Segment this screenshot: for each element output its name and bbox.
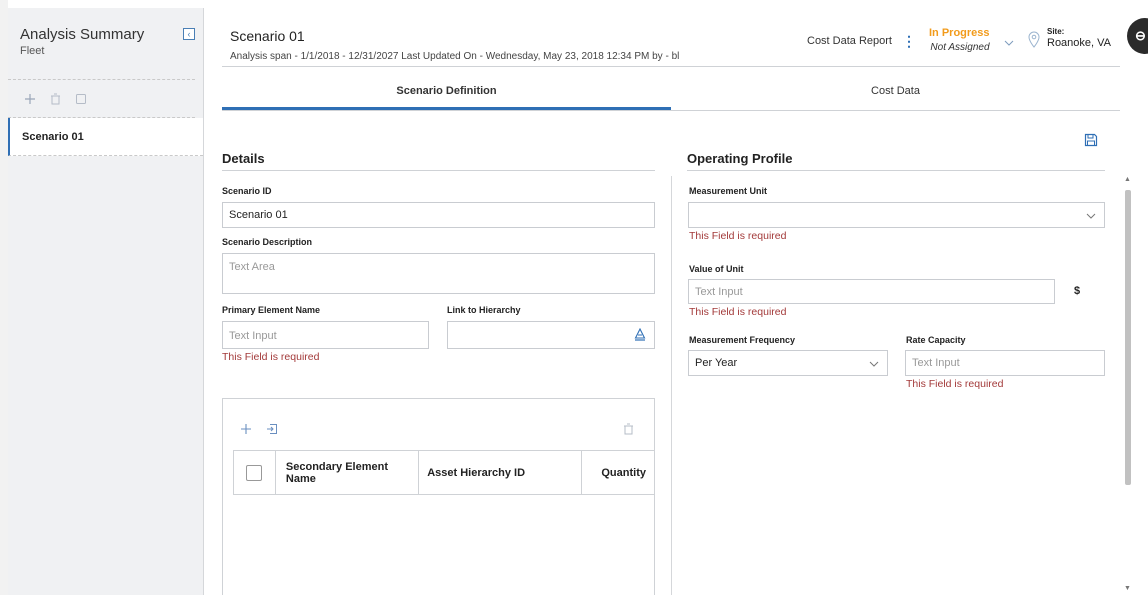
sidebar-subtitle: Fleet [20, 45, 45, 57]
measurement-frequency-label: Measurement Frequency [689, 335, 796, 345]
scrollbar-thumb[interactable] [1125, 190, 1131, 485]
description-placeholder: Text Area [229, 261, 275, 273]
primary-element-label: Primary Element Name [222, 305, 321, 315]
site-label: Site: [1047, 27, 1065, 36]
cost-data-report-link[interactable]: Cost Data Report [807, 35, 892, 47]
scenario-id-label: Scenario ID [222, 186, 272, 196]
import-icon[interactable] [266, 423, 278, 438]
user-avatar-icon[interactable]: ⊖ [1127, 18, 1148, 54]
secondary-elements-table-header: Secondary Element Name Asset Hierarchy I… [233, 450, 655, 495]
copy-icon[interactable] [75, 93, 87, 105]
measurement-frequency-select[interactable]: Per Year [688, 350, 888, 376]
scenario-id-input[interactable]: Scenario 01 [222, 202, 655, 228]
status-dropdown[interactable]: In Progress Not Assigned [929, 27, 990, 53]
measurement-unit-select[interactable] [688, 202, 1105, 228]
more-options-icon[interactable]: ⋮ [902, 33, 916, 50]
sidebar: Analysis Summary Fleet ‹ Scenario 01 [8, 8, 204, 595]
tab-scenario-definition[interactable]: Scenario Definition [222, 75, 671, 110]
value-unit-placeholder: Text Input [695, 286, 743, 298]
page-title: Scenario 01 [230, 28, 305, 44]
hierarchy-icon[interactable] [634, 327, 646, 344]
operating-profile-divider [687, 170, 1105, 171]
sidebar-toolbar [8, 80, 195, 118]
chevron-down-icon [869, 359, 879, 370]
column-header-quantity[interactable]: Quantity [582, 450, 654, 495]
select-all-checkbox[interactable] [246, 464, 262, 481]
sidebar-header: Analysis Summary Fleet ‹ [8, 8, 195, 80]
primary-element-input[interactable]: Text Input [222, 321, 429, 349]
delete-row-icon[interactable] [623, 423, 634, 438]
details-divider [222, 170, 655, 171]
analysis-span-text: Analysis span - 1/1/2018 - 12/31/2027 La… [230, 51, 680, 62]
scroll-up-icon[interactable]: ▲ [1124, 176, 1131, 183]
sidebar-title: Analysis Summary [20, 26, 145, 43]
site-value: Roanoke, VA [1047, 37, 1112, 49]
collapse-sidebar-button[interactable]: ‹ [183, 28, 195, 40]
delete-icon[interactable] [50, 93, 61, 105]
status-text: In Progress [929, 27, 990, 39]
rate-capacity-input[interactable]: Text Input [905, 350, 1105, 376]
measurement-frequency-value: Per Year [695, 357, 738, 369]
location-pin-icon [1027, 31, 1041, 49]
scenario-id-value: Scenario 01 [229, 209, 288, 221]
currency-symbol: $ [1074, 285, 1081, 297]
measurement-unit-error: This Field is required [689, 230, 787, 242]
primary-element-error: This Field is required [222, 351, 320, 363]
site-info: Site: Roanoke, VA [1047, 27, 1111, 49]
column-header-asset-hierarchy-id[interactable]: Asset Hierarchy ID [419, 450, 583, 495]
column-header-secondary-element[interactable]: Secondary Element Name [274, 450, 420, 495]
scenario-description-textarea[interactable]: Text Area [222, 253, 655, 294]
sidebar-item-label: Scenario 01 [22, 131, 84, 143]
scroll-down-icon[interactable]: ▼ [1124, 585, 1131, 592]
rate-capacity-label: Rate Capacity [906, 335, 966, 345]
scenario-description-label: Scenario Description [222, 237, 313, 247]
secondary-elements-panel: Secondary Element Name Asset Hierarchy I… [222, 398, 655, 595]
value-unit-label: Value of Unit [689, 264, 744, 274]
value-unit-input[interactable]: Text Input [688, 279, 1055, 304]
tab-bar: Scenario Definition Cost Data [222, 75, 1120, 111]
measurement-unit-label: Measurement Unit [689, 186, 768, 196]
assignment-text: Not Assigned [930, 42, 990, 53]
details-heading: Details [222, 151, 265, 166]
link-hierarchy-label: Link to Hierarchy [447, 305, 521, 315]
add-icon[interactable] [24, 93, 36, 105]
grid-toolbar [240, 423, 278, 438]
add-row-icon[interactable] [240, 423, 252, 438]
primary-element-placeholder: Text Input [229, 330, 277, 342]
chevron-down-icon [1086, 211, 1096, 222]
chevron-down-icon[interactable] [1004, 38, 1014, 49]
sidebar-item-scenario-01[interactable]: Scenario 01 [8, 118, 203, 156]
rate-capacity-placeholder: Text Input [912, 357, 960, 369]
column-divider [671, 176, 672, 595]
value-unit-error: This Field is required [689, 306, 787, 318]
page-header: Scenario 01 Analysis span - 1/1/2018 - 1… [222, 8, 1120, 67]
operating-profile-heading: Operating Profile [687, 151, 793, 166]
link-hierarchy-input[interactable] [447, 321, 655, 349]
tab-cost-data[interactable]: Cost Data [671, 75, 1120, 110]
outer-left-gutter [0, 0, 8, 595]
save-icon[interactable] [1084, 133, 1098, 147]
rate-capacity-error: This Field is required [906, 378, 1004, 390]
